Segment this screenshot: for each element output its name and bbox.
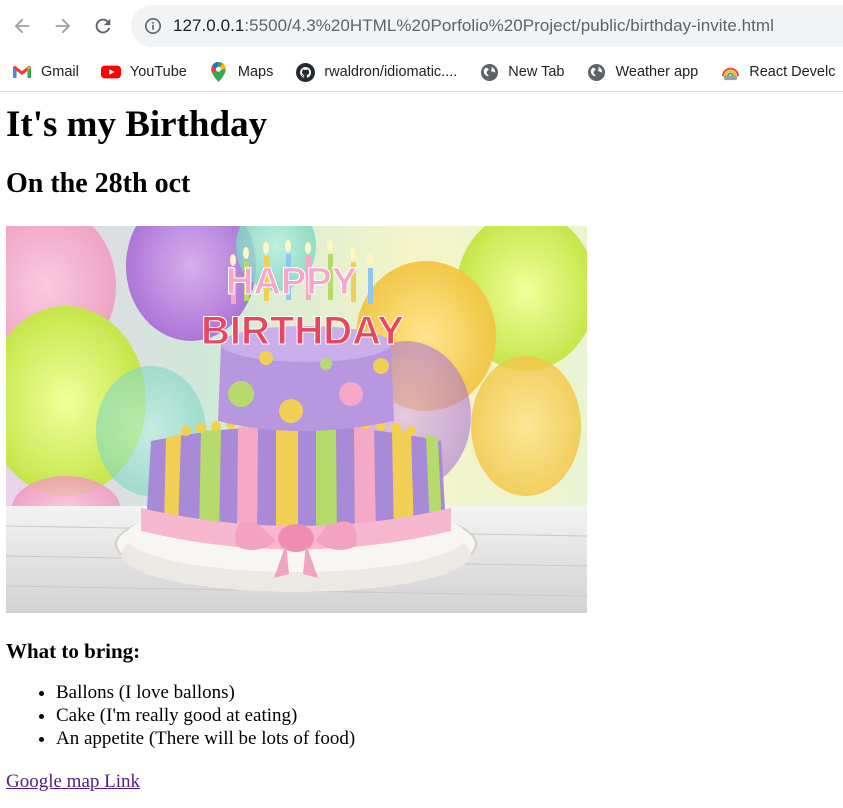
arrow-right-icon — [55, 18, 71, 34]
bookmarks-bar: Gmail YouTube Maps rwaldron/idiomatic...… — [0, 52, 843, 92]
list-item: Ballons (I love ballons) — [56, 681, 837, 704]
bookmark-label: Maps — [237, 64, 274, 80]
bookmark-react-devtools[interactable]: React Develc — [720, 62, 835, 82]
browser-toolbar: 127.0.0.1:5500/4.3%20HTML%20Porfolio%20P… — [0, 0, 843, 52]
google-map-link[interactable]: Google map Link — [6, 770, 837, 794]
bookmark-label: Gmail — [41, 64, 79, 80]
bookmark-youtube[interactable]: YouTube — [100, 62, 187, 82]
bookmark-label: New Tab — [508, 64, 565, 80]
list-item: Cake (I'm really good at eating) — [56, 704, 837, 727]
url-host: 127.0.0.1 — [173, 16, 245, 35]
address-bar[interactable]: 127.0.0.1:5500/4.3%20HTML%20Porfolio%20P… — [131, 5, 843, 47]
reload-icon — [95, 18, 111, 34]
forward-button[interactable] — [49, 12, 77, 40]
youtube-icon — [100, 62, 121, 82]
list-item: An appetite (There will be lots of food) — [56, 727, 837, 750]
reload-button[interactable] — [89, 12, 117, 40]
globe-icon — [479, 62, 499, 82]
info-icon[interactable] — [144, 17, 162, 35]
bookmark-github[interactable]: rwaldron/idiomatic.... — [295, 62, 457, 82]
url-text: 127.0.0.1:5500/4.3%20HTML%20Porfolio%20P… — [173, 16, 774, 36]
back-button[interactable] — [8, 12, 36, 40]
bookmark-gmail[interactable]: Gmail — [12, 62, 79, 82]
globe-icon — [586, 62, 606, 82]
gmail-icon — [12, 62, 32, 82]
page-title: It's my Birthday — [6, 104, 268, 145]
what-to-bring-heading: What to bring: — [6, 639, 141, 663]
bookmark-maps[interactable]: Maps — [209, 62, 273, 82]
bookmark-weather-app[interactable]: Weather app — [586, 62, 698, 82]
bookmark-label: React Develc — [749, 64, 836, 80]
page-content: It's my Birthday On the 28th oct HAPPY B… — [0, 104, 843, 794]
url-path: :5500/4.3%20HTML%20Porfolio%20Project/pu… — [244, 16, 774, 35]
bring-list: Ballons (I love ballons) Cake (I'm reall… — [6, 681, 837, 750]
maps-icon — [209, 62, 229, 82]
browser-chrome: 127.0.0.1:5500/4.3%20HTML%20Porfolio%20P… — [0, 0, 843, 92]
bookmark-new-tab[interactable]: New Tab — [479, 62, 564, 82]
bookmark-label: Weather app — [615, 64, 699, 80]
image-text-birthday: BIRTHDAY — [201, 309, 404, 353]
bookmark-label: rwaldron/idiomatic.... — [324, 64, 458, 80]
github-icon — [295, 62, 315, 82]
bookmark-label: YouTube — [129, 64, 187, 80]
rainbow-icon — [720, 62, 740, 82]
arrow-left-icon — [14, 18, 30, 34]
event-date: On the 28th oct — [6, 168, 191, 199]
birthday-cake-image: HAPPY BIRTHDAY — [6, 226, 587, 613]
image-text-happy: HAPPY — [226, 261, 357, 303]
